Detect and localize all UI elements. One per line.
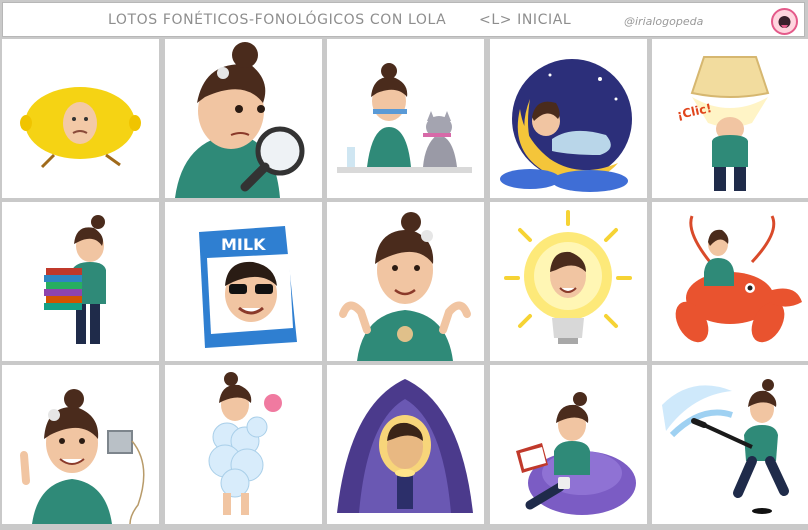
header-bar: LOTOS FONÉTICOS-FONOLÓGICOS CON LOLA <L>…: [2, 2, 805, 37]
card-espuma[interactable]: [164, 365, 322, 524]
lobster-image: [675, 215, 802, 343]
milk-label: MILK: [221, 235, 266, 254]
card-hockey[interactable]: [652, 365, 808, 524]
tin-can-phone-image: [20, 389, 145, 524]
card-dientes[interactable]: [327, 39, 484, 198]
card-libros[interactable]: [2, 202, 159, 361]
logo-icon: [771, 8, 798, 35]
reading-image: [515, 392, 636, 515]
card-luna[interactable]: [489, 39, 647, 198]
card-linterna[interactable]: [327, 365, 484, 524]
card-luz[interactable]: [489, 202, 647, 361]
brushing-teeth-image: [337, 63, 472, 173]
author-handle: @irialogopeda: [624, 15, 704, 28]
card-leer[interactable]: [489, 365, 647, 524]
hockey-image: [662, 379, 789, 514]
card-lata[interactable]: [2, 365, 159, 524]
lightbulb-image: [503, 210, 632, 344]
moon-image: [499, 59, 632, 192]
card-lampara[interactable]: ¡Clic!: [652, 39, 808, 198]
lola-image: [339, 212, 471, 361]
lamp-image: ¡Clic!: [676, 56, 770, 191]
milk-carton-image: MILK: [198, 226, 297, 348]
picture-grid: ¡Clic! MILK: [2, 39, 808, 528]
flashlight-image: [337, 379, 473, 513]
lemon-image: [20, 87, 141, 169]
page: LOTOS FONÉTICOS-FONOLÓGICOS CON LOLA <L>…: [0, 0, 808, 530]
books-image: [44, 215, 106, 344]
magnifier-image: [174, 42, 304, 198]
bubble-bath-image: [208, 372, 282, 515]
card-limon[interactable]: [2, 39, 159, 198]
card-lola[interactable]: [327, 202, 484, 361]
card-langosta[interactable]: [652, 202, 808, 361]
phoneme-label: <L> INICIAL: [479, 12, 572, 28]
card-leche[interactable]: MILK: [164, 202, 322, 361]
page-title: LOTOS FONÉTICOS-FONOLÓGICOS CON LOLA: [108, 12, 447, 28]
card-lupa[interactable]: [164, 39, 322, 198]
